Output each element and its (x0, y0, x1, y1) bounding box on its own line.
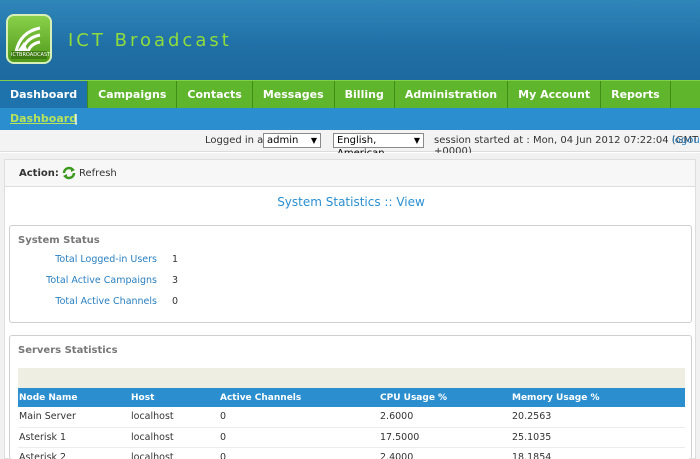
system-status-title: System Status (18, 235, 100, 246)
cell-active-channels: 0 (219, 447, 379, 459)
servers-statistics-title: Servers Statistics (18, 345, 118, 356)
nav-contacts[interactable]: Contacts (177, 81, 253, 108)
column-header-host[interactable]: Host (130, 388, 219, 407)
nav-reports[interactable]: Reports (601, 81, 671, 108)
cell-cpu-usage: 2.4000 (379, 447, 511, 459)
nav-campaigns[interactable]: Campaigns (88, 81, 178, 108)
language-select[interactable]: English, American ▼ (333, 133, 424, 159)
dropdown-arrow-icon: ▼ (413, 136, 420, 145)
cell-memory-usage: 20.2563 (511, 407, 685, 428)
column-header-node-name[interactable]: Node Name (18, 388, 130, 407)
column-header-memory-usage[interactable]: Memory Usage % (511, 388, 685, 407)
session-bar: Logged in as : admin ▼ English, American… (0, 130, 700, 159)
column-header-cpu-usage[interactable]: CPU Usage % (379, 388, 511, 407)
nav-my-account[interactable]: My Account (508, 81, 602, 108)
stat-row: Total Active Campaigns 3 (10, 275, 310, 291)
app-title: ICT Broadcast (68, 30, 232, 51)
table-row: Asterisk 2 localhost 0 2.4000 18.1854 (18, 447, 685, 459)
nav-billing[interactable]: Billing (335, 81, 395, 108)
cell-memory-usage: 18.1854 (511, 447, 685, 459)
main-nav: Dashboard Campaigns Contacts Messages Bi… (0, 80, 700, 108)
nav-administration[interactable]: Administration (395, 81, 509, 108)
servers-table: Node Name Host Active Channels CPU Usage… (18, 388, 685, 459)
cell-node-name: Main Server (18, 407, 130, 428)
refresh-icon (62, 166, 76, 180)
servers-statistics-box: Servers Statistics Node Name Host Active… (9, 335, 692, 459)
system-status-box: System Status Total Logged-in Users 1 To… (9, 225, 692, 323)
cell-cpu-usage: 17.5000 (379, 427, 511, 448)
refresh-label: Refresh (79, 168, 117, 179)
table-row: Main Server localhost 0 2.6000 20.2563 (18, 407, 685, 428)
stat-value: 1 (172, 254, 179, 265)
page-title: System Statistics :: View (277, 195, 425, 209)
dropdown-arrow-icon: ▼ (310, 136, 317, 145)
logout-link[interactable]: logout (672, 135, 700, 146)
stat-value: 0 (172, 296, 179, 307)
stat-label: Total Active Channels (55, 296, 157, 307)
stat-label: Total Logged-in Users (55, 254, 157, 265)
nav-dashboard[interactable]: Dashboard (0, 81, 89, 108)
user-select[interactable]: admin ▼ (263, 133, 321, 148)
sub-nav: Dashboard | (0, 108, 700, 130)
table-header-row: Node Name Host Active Channels CPU Usage… (18, 388, 685, 407)
logo-text: ICTBROADCAST (11, 51, 51, 59)
subnav-dashboard-link[interactable]: Dashboard (10, 112, 77, 125)
action-label: Action: (19, 168, 59, 179)
main-panel: System Statistics :: View System Status … (4, 187, 696, 459)
action-bar: Action: Refresh (4, 159, 696, 187)
nav-messages[interactable]: Messages (253, 81, 335, 108)
cell-cpu-usage: 2.6000 (379, 407, 511, 428)
app-logo[interactable]: ICTBROADCAST (6, 14, 52, 64)
cell-node-name: Asterisk 2 (18, 447, 130, 459)
content-area: Action: Refresh System Statistics :: Vie… (0, 153, 700, 459)
cell-host: localhost (130, 447, 219, 459)
user-select-value: admin (267, 135, 299, 146)
cell-active-channels: 0 (219, 427, 379, 448)
cell-memory-usage: 25.1035 (511, 427, 685, 448)
table-row: Asterisk 1 localhost 0 17.5000 25.1035 (18, 427, 685, 448)
stat-row: Total Active Channels 0 (10, 296, 310, 312)
app-header: ICTBROADCAST ICT Broadcast (0, 0, 700, 80)
subnav-separator: | (74, 112, 79, 125)
stat-row: Total Logged-in Users 1 (10, 254, 310, 270)
column-header-active-channels[interactable]: Active Channels (219, 388, 379, 407)
stat-value: 3 (172, 275, 179, 286)
cell-host: localhost (130, 427, 219, 448)
cell-host: localhost (130, 407, 219, 428)
cell-active-channels: 0 (219, 407, 379, 428)
stat-label: Total Active Campaigns (46, 275, 157, 286)
servers-toolbar-band (18, 368, 685, 388)
cell-node-name: Asterisk 1 (18, 427, 130, 448)
